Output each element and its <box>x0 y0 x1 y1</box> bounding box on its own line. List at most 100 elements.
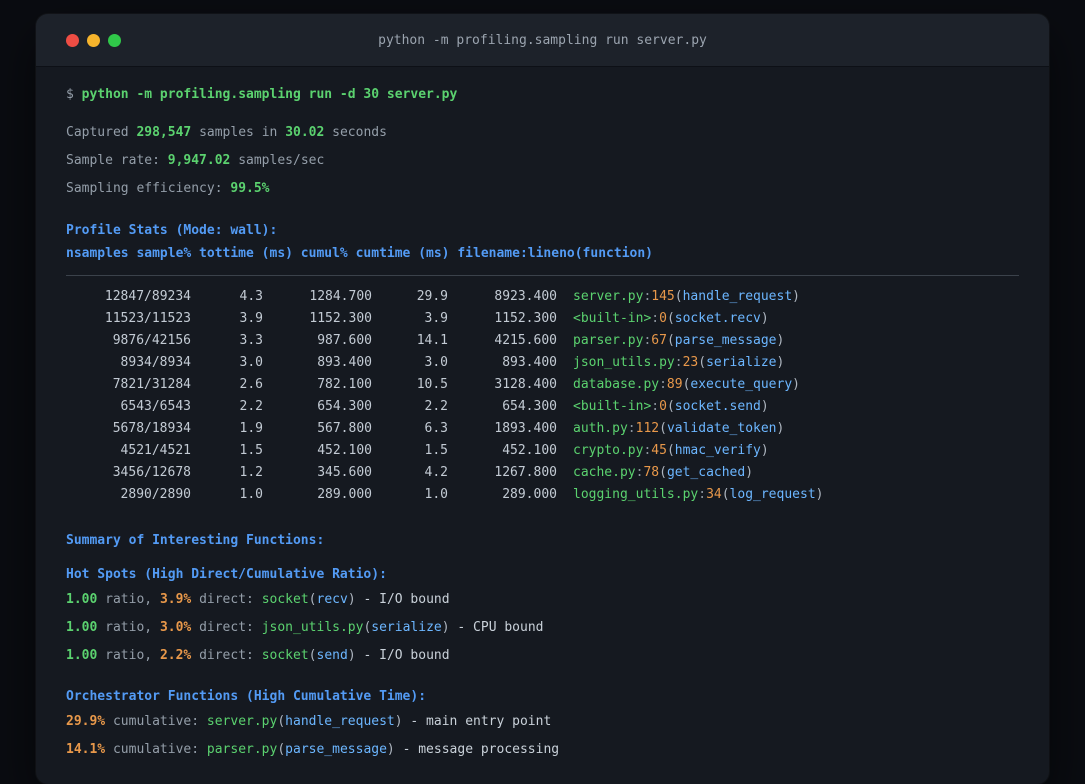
note-text: - CPU bound <box>457 620 544 635</box>
table-row: 8934/8934 3.0 893.400 3.0 893.400 json_utils.… <box>66 352 1019 374</box>
terminal-output: $ python -m profiling.sampling run -d 30… <box>36 67 1049 764</box>
table-row: 6543/6543 2.2 654.300 2.2 654.300 <built-in>:… <box>66 396 1019 418</box>
close-paren: ) <box>760 311 769 326</box>
note-text: - I/O bound <box>363 592 450 607</box>
tottime-cell: 782.100 <box>317 377 372 392</box>
cumtime-cell: 1267.800 <box>494 465 557 480</box>
function-name: recv <box>316 592 348 607</box>
lineno: 34 <box>706 487 722 502</box>
close-paren: ) <box>776 355 785 370</box>
orchestrator-line: 14.1% cumulative: parser.py(parse_messag… <box>66 736 1019 764</box>
filename: auth.py <box>573 421 628 436</box>
module-name: json_utils.py <box>261 620 364 635</box>
nsamples-cell: 3456/12678 <box>112 465 191 480</box>
function-name: parse_message <box>674 333 777 348</box>
function-cell: json_utils.py:23(serialize) <box>573 352 784 374</box>
sample-pct-cell: 2.6 <box>239 377 263 392</box>
filename: crypto.py <box>573 443 644 458</box>
tottime-cell: 893.400 <box>317 355 372 370</box>
function-cell: logging_utils.py:34(log_request) <box>573 484 823 506</box>
samples-count: 298,547 <box>136 125 192 140</box>
function-name: serialize <box>706 355 777 370</box>
open-paren: ( <box>308 648 317 663</box>
note-text: - main entry point <box>410 714 552 729</box>
table-row: 2890/2890 1.0 289.000 1.0 289.000 logging_uti… <box>66 484 1019 506</box>
samples-in-label: samples in <box>199 125 278 140</box>
module-name: socket <box>261 592 309 607</box>
cumul-pct-cell: 29.9 <box>416 289 448 304</box>
cumtime-cell: 452.100 <box>502 443 557 458</box>
tottime-cell: 987.600 <box>317 333 372 348</box>
close-paren: ) <box>760 399 769 414</box>
tottime-cell: 289.000 <box>317 487 372 502</box>
window-title: python -m profiling.sampling run server.… <box>378 32 707 48</box>
function-name: hmac_verify <box>674 443 761 458</box>
summary-heading: Summary of Interesting Functions: <box>66 533 325 548</box>
close-paren: ) <box>347 648 356 663</box>
function-name: log_request <box>729 487 816 502</box>
tottime-cell: 654.300 <box>317 399 372 414</box>
minimize-button-icon[interactable] <box>87 33 100 47</box>
nsamples-cell: 2890/2890 <box>120 487 191 502</box>
cumul-pct-cell: 3.0 <box>424 355 448 370</box>
ratio-value: 1.00 <box>66 648 98 663</box>
zoom-button-icon[interactable] <box>108 33 121 47</box>
lineno: 145 <box>651 289 675 304</box>
lineno: 78 <box>643 465 660 480</box>
lineno: 67 <box>651 333 667 348</box>
open-paren: ( <box>659 421 667 436</box>
open-paren: ( <box>666 311 675 326</box>
ratio-label: ratio, <box>105 648 153 663</box>
function-name: serialize <box>371 620 442 635</box>
close-paren: ) <box>776 421 785 436</box>
hot-spot-line: 1.00 ratio, 2.2% direct: socket(send) - … <box>66 642 1019 670</box>
cumulative-pct: 29.9% <box>66 714 106 729</box>
close-button-icon[interactable] <box>66 33 79 47</box>
module-name: socket <box>261 648 309 663</box>
ratio-label: ratio, <box>105 592 153 607</box>
filename: logging_utils.py <box>573 487 699 502</box>
tottime-cell: 1284.700 <box>309 289 372 304</box>
function-name: get_cached <box>666 465 746 480</box>
table-row: 4521/4521 1.5 452.100 1.5 452.100 crypto.py:4… <box>66 440 1019 462</box>
table-row: 7821/31284 2.6 782.100 10.5 3128.400 database… <box>66 374 1019 396</box>
nsamples-cell: 12847/89234 <box>104 289 191 304</box>
nsamples-cell: 9876/42156 <box>112 333 191 348</box>
function-name: execute_query <box>690 377 793 392</box>
hot-spots-heading: Hot Spots (High Direct/Cumulative Ratio)… <box>66 567 387 582</box>
colon: : <box>659 377 667 392</box>
duration-value: 30.02 <box>285 125 325 140</box>
colon: : <box>627 421 636 436</box>
close-paren: ) <box>792 377 800 392</box>
close-paren: ) <box>815 487 824 502</box>
nsamples-cell: 5678/18934 <box>112 421 191 436</box>
orchestrator-list: 29.9% cumulative: server.py(handle_reque… <box>66 708 1019 764</box>
sample-pct-cell: 1.0 <box>239 487 263 502</box>
close-paren: ) <box>347 592 356 607</box>
function-name: socket.send <box>674 399 761 414</box>
filename: <built-in> <box>573 399 652 414</box>
captured-line: Captured 298,547 samples in 30.02 second… <box>66 119 1019 147</box>
table-row: 9876/42156 3.3 987.600 14.1 4215.600 parser.p… <box>66 330 1019 352</box>
cumtime-cell: 1893.400 <box>494 421 557 436</box>
lineno: 23 <box>682 355 699 370</box>
nsamples-cell: 8934/8934 <box>120 355 191 370</box>
profile-stats-heading: Profile Stats (Mode: wall): <box>66 223 278 238</box>
colon: : <box>698 487 707 502</box>
terminal-window: python -m profiling.sampling run server.… <box>36 14 1049 784</box>
rate-value: 9,947.02 <box>167 153 231 168</box>
close-paren: ) <box>792 289 800 304</box>
table-divider <box>66 275 1019 276</box>
filename: database.py <box>573 377 660 392</box>
table-row: 11523/11523 3.9 1152.300 3.9 1152.300 <built-… <box>66 308 1019 330</box>
function-cell: server.py:145(handle_request) <box>573 286 800 308</box>
command-line: $ python -m profiling.sampling run -d 30… <box>66 81 1019 109</box>
cumtime-cell: 8923.400 <box>494 289 557 304</box>
sample-pct-cell: 3.0 <box>239 355 263 370</box>
tottime-cell: 567.800 <box>317 421 372 436</box>
direct-pct: 3.0% <box>159 620 192 635</box>
function-cell: cache.py:78(get_cached) <box>573 462 753 484</box>
lineno: 0 <box>659 311 667 326</box>
lineno: 112 <box>635 421 660 436</box>
rate-unit: samples/sec <box>238 153 325 168</box>
